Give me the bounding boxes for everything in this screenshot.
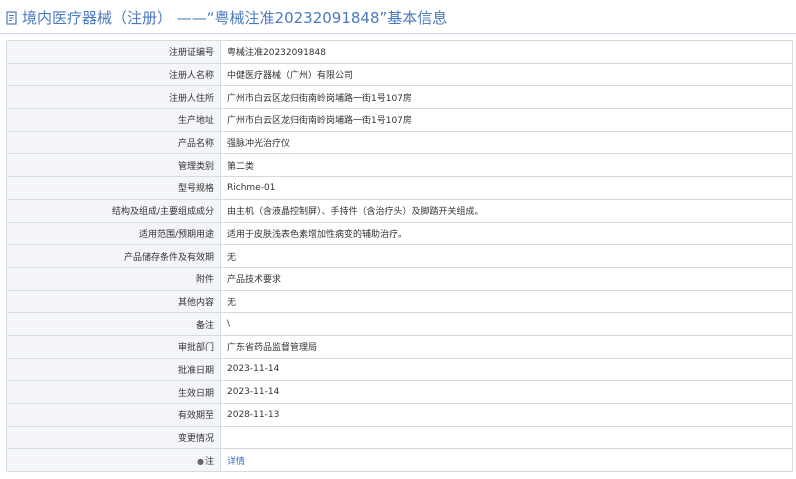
table-row: 备注 \ (6, 312, 793, 336)
row-label: 注册人名称 (6, 62, 221, 87)
row-value: Richme-01 (220, 176, 793, 200)
row-value: 2023-11-14 (220, 380, 793, 404)
row-label: 其他内容 (6, 289, 221, 314)
row-value: 无 (220, 289, 793, 314)
table-row: 结构及组成/主要组成成分 由主机（含液晶控制屏）、手持件（含治疗头）及脚踏开关组成… (6, 198, 793, 223)
note-value-cell: 详情 (220, 448, 793, 473)
row-label: 管理类别 (6, 153, 221, 178)
note-label: 注 (204, 456, 214, 467)
table-row: 有效期至 2028-11-13 (6, 403, 793, 427)
row-label: 审批部门 (6, 334, 221, 359)
document-edit-icon (6, 10, 18, 25)
table-row: 适用范围/预期用途 适用于皮肤浅表色素增加性病变的辅助治疗。 (6, 221, 793, 246)
row-value: 2023-11-14 (220, 357, 793, 382)
table-row: 其他内容无 (6, 289, 793, 314)
table-row: 管理类别 第二类 (6, 153, 793, 178)
row-value: 广东省药品监督管理局 (220, 334, 793, 359)
table-row: 产品储存条件及有效期无 (6, 244, 793, 268)
page-title: 境内医疗器械（注册） ——“粤械注准20232091848”基本信息 (22, 8, 448, 27)
row-value: 产品技术要求 (220, 266, 793, 291)
row-label: 型号规格 (6, 176, 221, 200)
row-value: 中健医疗器械（广州）有限公司 (220, 62, 793, 87)
row-value: \ (220, 312, 793, 336)
row-label: 变更情况 (6, 425, 221, 450)
row-label: 适用范围/预期用途 (6, 221, 221, 246)
row-value: 2028-11-13 (220, 403, 793, 427)
row-label: 结构及组成/主要组成成分 (6, 198, 221, 223)
row-label: 备注 (6, 312, 221, 336)
header-divider (0, 33, 796, 34)
row-value: 强脉冲光治疗仪 (220, 130, 793, 155)
info-table: 注册证编号 粤械注准20232091848 注册人名称 中健医疗器械（广州）有限公司注… (6, 40, 793, 473)
table-row: 生效日期 2023-11-14 (6, 380, 793, 404)
table-row: 注册证编号 粤械注准20232091848 (6, 40, 793, 64)
row-label: 生效日期 (6, 380, 221, 404)
row-value: 第二类 (220, 153, 793, 178)
row-label: 产品储存条件及有效期 (6, 244, 221, 268)
table-row: 注册人住所 广州市白云区龙归街南岭岗埔路一街1号107房 (6, 85, 793, 110)
table-row: 生产地址 广州市白云区龙归街南岭岗埔路一街1号107房 (6, 108, 793, 132)
row-value: 无 (220, 244, 793, 268)
row-label: 产品名称 (6, 130, 221, 155)
row-label: 生产地址 (6, 108, 221, 132)
table-row: 型号规格 Richme-01 (6, 176, 793, 200)
table-row: 附件 产品技术要求 (6, 266, 793, 291)
table-row: 审批部门 广东省药品监督管理局 (6, 334, 793, 359)
page-header: 境内医疗器械（注册） ——“粤械注准20232091848”基本信息 (0, 0, 796, 34)
table-row: 注册人名称 中健医疗器械（广州）有限公司 (6, 62, 793, 87)
row-label: 有效期至 (6, 403, 221, 427)
row-value: 广州市白云区龙归街南岭岗埔路一街1号107房 (220, 85, 793, 110)
row-value (220, 425, 793, 450)
row-value: 粤械注准20232091848 (220, 40, 793, 64)
table-row: ●注 详情 (6, 448, 793, 473)
row-label: 批准日期 (6, 357, 221, 382)
details-link[interactable]: 详情 (227, 457, 245, 467)
location-pin-icon: ● (197, 456, 204, 466)
table-row: 批准日期 2023-11-14 (6, 357, 793, 382)
note-label-cell: ●注 (6, 448, 221, 473)
row-label: 附件 (6, 266, 221, 291)
table-row: 变更情况 (6, 425, 793, 450)
row-label: 注册证编号 (6, 40, 221, 64)
row-label: 注册人住所 (6, 85, 221, 110)
row-value: 由主机（含液晶控制屏）、手持件（含治疗头）及脚踏开关组成。 (220, 198, 793, 223)
table-row: 产品名称 强脉冲光治疗仪 (6, 130, 793, 155)
row-value: 适用于皮肤浅表色素增加性病变的辅助治疗。 (220, 221, 793, 246)
row-value: 广州市白云区龙归街南岭岗埔路一街1号107房 (220, 108, 793, 132)
